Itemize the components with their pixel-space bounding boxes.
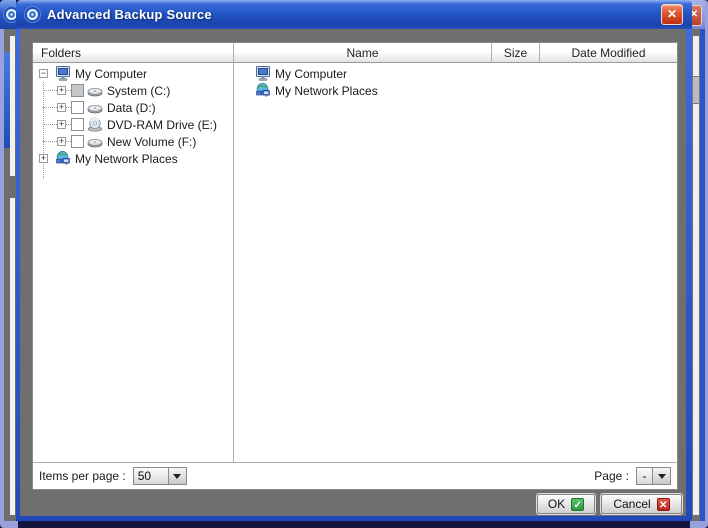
page-group: Page : - bbox=[594, 467, 671, 485]
tree-item-label: My Network Places bbox=[75, 152, 178, 166]
page-dropdown-button[interactable] bbox=[652, 467, 671, 485]
collapse-toggle[interactable]: − bbox=[39, 69, 48, 78]
items-per-page-label: Items per page : bbox=[39, 469, 126, 483]
computer-icon bbox=[255, 66, 271, 81]
network-icon bbox=[255, 83, 271, 98]
tree-item-data-d[interactable]: + Data (D:) bbox=[33, 99, 233, 116]
hdd-icon bbox=[87, 83, 103, 98]
advanced-backup-source-dialog: Advanced Backup Source ✕ Folders − My Com… bbox=[16, 0, 692, 521]
expand-toggle[interactable]: + bbox=[57, 86, 66, 95]
parent-window-bottom-left-corner bbox=[0, 521, 18, 528]
parent-scrollbar-track bbox=[693, 36, 699, 515]
tree-item-label: My Computer bbox=[75, 67, 147, 81]
tree-item-new-volume-f[interactable]: + New Volume (F:) bbox=[33, 133, 233, 150]
dropdown-arrow-icon bbox=[658, 474, 666, 479]
tree-item-label: Data (D:) bbox=[107, 101, 156, 115]
tree-item-dvd-ram-drive-e[interactable]: + DVD-RAM Drive (E:) bbox=[33, 116, 233, 133]
folder-tree: − My Computer + System (C:) + Data (D:) + DVD-R… bbox=[33, 63, 233, 167]
column-header-size: Size bbox=[492, 43, 540, 63]
items-per-page-value[interactable]: 50 bbox=[133, 467, 168, 485]
parent-scrollbar-thumb bbox=[692, 76, 700, 104]
browser-content: Folders − My Computer + System (C:) + Data (D… bbox=[32, 42, 678, 490]
network-icon bbox=[55, 151, 71, 166]
parent-window-bottom-right-corner bbox=[690, 521, 708, 528]
hdd-icon bbox=[87, 134, 103, 149]
list-item-label: My Computer bbox=[275, 67, 347, 81]
list-item-my-computer[interactable]: My Computer bbox=[234, 65, 677, 82]
pager-bar: Items per page : 50 Page : - bbox=[33, 463, 677, 489]
page-select[interactable]: - bbox=[636, 467, 671, 485]
hdd-icon bbox=[87, 100, 103, 115]
list-item-name-cell: My Computer bbox=[234, 66, 492, 81]
folders-header: Folders bbox=[33, 43, 233, 63]
parent-sidebar-tab-fragment bbox=[4, 52, 10, 148]
expand-toggle[interactable]: + bbox=[57, 137, 66, 146]
checkbox-data-d[interactable] bbox=[71, 101, 84, 114]
close-icon[interactable]: ✕ bbox=[661, 4, 683, 25]
cd-icon bbox=[87, 117, 103, 132]
dialog-titlebar[interactable]: Advanced Backup Source bbox=[16, 0, 692, 29]
column-header-date-modified: Date Modified bbox=[540, 43, 677, 63]
tree-connector bbox=[43, 90, 57, 91]
dropdown-arrow-icon bbox=[173, 474, 181, 479]
tree-connector-line bbox=[43, 82, 44, 179]
expand-toggle[interactable]: + bbox=[57, 120, 66, 129]
page-label: Page : bbox=[594, 469, 629, 483]
checkbox-system-c[interactable] bbox=[71, 84, 84, 97]
tree-item-label: New Volume (F:) bbox=[107, 135, 196, 149]
folders-panel: Folders − My Computer + System (C:) + Data (D… bbox=[33, 43, 234, 462]
list-item-label: My Network Places bbox=[275, 84, 378, 98]
items-per-page-dropdown-button[interactable] bbox=[168, 467, 187, 485]
checkbox-dvd-ram-drive-e[interactable] bbox=[71, 118, 84, 131]
parent-window-content-gap bbox=[10, 176, 15, 198]
parent-window-content-edge bbox=[10, 36, 15, 515]
screen: ✕ Advanced Backup Source ✕ Folders bbox=[0, 0, 708, 528]
tree-item-label: System (C:) bbox=[107, 84, 170, 98]
tree-connector bbox=[43, 124, 57, 125]
parent-window-bottom-edge bbox=[0, 521, 708, 528]
tree-connector bbox=[43, 141, 57, 142]
cancel-button-label: Cancel bbox=[613, 497, 650, 511]
file-list-panel: Name Size Date Modified My Computer My Ne… bbox=[234, 43, 677, 462]
computer-icon bbox=[55, 66, 71, 81]
ok-button[interactable]: OK ✓ bbox=[537, 494, 595, 514]
expand-toggle[interactable]: + bbox=[39, 154, 48, 163]
list-item-name-cell: My Network Places bbox=[234, 83, 492, 98]
ok-button-label: OK bbox=[548, 497, 565, 511]
dialog-title: Advanced Backup Source bbox=[47, 7, 212, 22]
items-per-page-group: Items per page : 50 bbox=[39, 467, 187, 485]
list-item-my-network-places[interactable]: My Network Places bbox=[234, 82, 677, 99]
tree-connector bbox=[43, 107, 57, 108]
tree-item-label: DVD-RAM Drive (E:) bbox=[107, 118, 217, 132]
check-icon: ✓ bbox=[571, 498, 584, 511]
column-header-name: Name bbox=[234, 43, 492, 63]
file-list: My Computer My Network Places bbox=[234, 63, 677, 99]
tree-item-my-network-places[interactable]: + My Network Places bbox=[33, 150, 233, 167]
list-header-row: Name Size Date Modified bbox=[234, 43, 677, 63]
tree-item-my-computer[interactable]: − My Computer bbox=[33, 65, 233, 82]
cancel-button[interactable]: Cancel ✕ bbox=[601, 494, 682, 514]
checkbox-new-volume-f[interactable] bbox=[71, 135, 84, 148]
folders-header-label: Folders bbox=[41, 46, 81, 60]
browser-panels: Folders − My Computer + System (C:) + Data (D… bbox=[33, 43, 677, 463]
items-per-page-select[interactable]: 50 bbox=[133, 467, 187, 485]
expand-toggle[interactable]: + bbox=[57, 103, 66, 112]
x-icon: ✕ bbox=[657, 498, 670, 511]
page-value[interactable]: - bbox=[636, 467, 652, 485]
app-logo-icon bbox=[24, 6, 41, 23]
tree-item-system-c[interactable]: + System (C:) bbox=[33, 82, 233, 99]
